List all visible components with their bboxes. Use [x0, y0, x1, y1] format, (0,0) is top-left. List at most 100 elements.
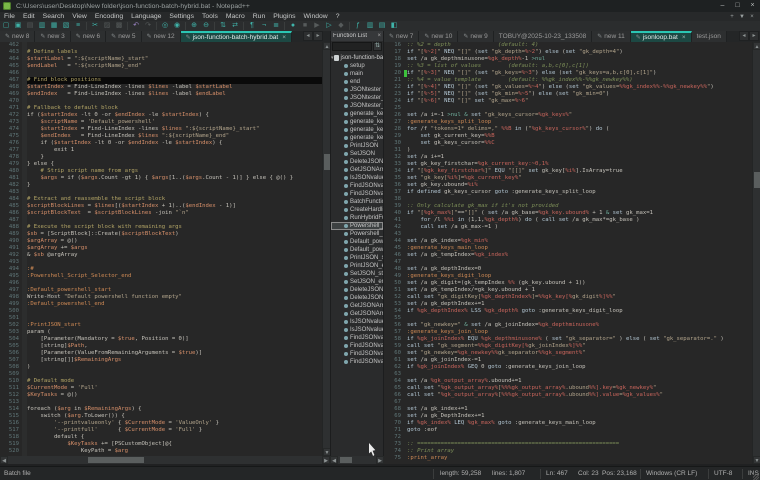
word-wrap-icon[interactable]: ¶: [246, 21, 258, 31]
tab-new-10[interactable]: ✎ new 10: [419, 31, 459, 42]
macro-save-icon[interactable]: ◆: [335, 21, 347, 31]
menu-edit[interactable]: Edit: [19, 12, 39, 21]
function-list-item[interactable]: DeleteJSON_end: [331, 294, 383, 302]
menu-[interactable]: ?: [332, 12, 344, 21]
menu-encoding[interactable]: Encoding: [91, 12, 127, 21]
function-list-item[interactable]: end: [331, 78, 383, 86]
scroll-down-icon[interactable]: ▼: [323, 448, 330, 456]
function-list-item[interactable]: JSONtester_loop: [331, 102, 383, 110]
redo-icon[interactable]: ↷: [142, 21, 154, 31]
function-list-item[interactable]: FindJSONvalue: [331, 182, 383, 190]
function-list-item[interactable]: IsJSONvalue: [331, 174, 383, 182]
zoom-in-icon[interactable]: ⊕: [188, 21, 200, 31]
new-file-icon[interactable]: ▢: [0, 21, 12, 31]
sort-icon[interactable]: ⇅: [373, 42, 382, 51]
print-icon[interactable]: ≡: [72, 21, 84, 31]
tab-list-icon[interactable]: ▼: [737, 14, 747, 20]
code-area[interactable]: :: %2 = depth (default: 4) if "[%~2]" NEQ…: [407, 42, 752, 462]
function-list-item[interactable]: JSONtester: [331, 86, 383, 94]
function-list-item[interactable]: generate_keys_join_loop: [331, 134, 383, 142]
tab-new-9[interactable]: ✎ new 9: [458, 31, 494, 42]
tab-new-7[interactable]: ✎ new 7: [384, 31, 420, 42]
function-list-item[interactable]: DeleteJSON: [331, 158, 383, 166]
scroll-up-icon[interactable]: ▲: [753, 42, 760, 50]
function-list-item[interactable]: Powershell_Script_Selector_end: [331, 230, 383, 238]
right-editor-pane[interactable]: 16 17 18 19 20 21 22 23 24 25 26 27 28 29 30 31 32 33 34 35…: [384, 42, 760, 464]
function-list-panel-icon[interactable]: ƒ: [352, 21, 364, 31]
scroll-left-icon[interactable]: ◀: [0, 456, 8, 464]
undo-icon[interactable]: ↶: [130, 21, 142, 31]
function-list-item[interactable]: DeleteJSON_start: [331, 286, 383, 294]
function-list-item[interactable]: FindJSONvariable: [331, 190, 383, 198]
close-icon[interactable]: ×: [377, 33, 381, 39]
menu-window[interactable]: Window: [300, 12, 332, 21]
function-list-item[interactable]: PrintJSON_start: [331, 254, 383, 262]
code-area[interactable]: # Define labels $startLabel = ":${scriptN…: [27, 42, 322, 455]
document-map-icon[interactable]: ▥: [364, 21, 376, 31]
open-folder-icon[interactable]: ▣: [12, 21, 24, 31]
function-list-item[interactable]: setup: [331, 62, 383, 70]
document-list-icon[interactable]: ▤: [376, 21, 388, 31]
tab-json-function-batch-hybrid.bat[interactable]: ✎ json-function-batch-hybrid.bat ×: [180, 31, 293, 42]
resize-grip[interactable]: [753, 474, 759, 480]
tab-test.json[interactable]: test.json: [691, 31, 727, 42]
scroll-down-icon[interactable]: ▼: [753, 456, 760, 464]
macro-record-icon[interactable]: ●: [287, 21, 299, 31]
vertical-scrollbar[interactable]: ▲ ▼: [752, 42, 760, 464]
function-list-item[interactable]: Default_powershell_start: [331, 238, 383, 246]
scroll-left-icon[interactable]: ◀: [330, 456, 338, 464]
minimize-button[interactable]: –: [715, 0, 730, 12]
close-all-icon[interactable]: ▧: [60, 21, 72, 31]
replace-icon[interactable]: ◉: [171, 21, 183, 31]
scrollbar-thumb[interactable]: [340, 457, 352, 463]
function-list-item[interactable]: SetJSON_start: [331, 270, 383, 278]
function-list-item[interactable]: GetJSONArray: [331, 166, 383, 174]
tab-new-5[interactable]: ✎ new 5: [106, 31, 142, 42]
scrollbar-thumb[interactable]: [88, 457, 144, 463]
scrollbar-thumb[interactable]: [754, 172, 760, 188]
tab-new-3[interactable]: ✎ new 3: [35, 31, 71, 42]
function-list-item[interactable]: FindJSONvariable_end: [331, 358, 383, 366]
function-list-item[interactable]: FindJSONvalue_end: [331, 342, 383, 350]
save-all-icon[interactable]: ▥: [36, 21, 48, 31]
menu-file[interactable]: File: [0, 12, 19, 21]
function-list-item[interactable]: SetJSON_end: [331, 278, 383, 286]
tab-scroll-right-icon[interactable]: ▸: [749, 31, 759, 41]
function-list-item[interactable]: GetJSONArray_start: [331, 302, 383, 310]
tab-close-icon[interactable]: ×: [282, 34, 286, 41]
function-list-item[interactable]: FindJSONvariable_start: [331, 350, 383, 358]
menu-language[interactable]: Language: [127, 12, 165, 21]
tab-scroll-right-icon[interactable]: ▸: [313, 31, 323, 41]
tab-new-12[interactable]: ✎ new 12: [141, 31, 181, 42]
folder-as-workspace-icon[interactable]: ◧: [388, 21, 400, 31]
cut-icon[interactable]: ✂: [89, 21, 101, 31]
menu-view[interactable]: View: [68, 12, 91, 21]
function-list-item[interactable]: PrintJSON_end: [331, 262, 383, 270]
tab-jsonloop.bat[interactable]: ✎ jsonloop.bat ×: [630, 31, 692, 42]
function-list-item[interactable]: BatchFunction: [331, 198, 383, 206]
scroll-right-icon[interactable]: ▶: [322, 456, 330, 464]
function-list-item[interactable]: PrintJSON: [331, 142, 383, 150]
tab-scroll-left-icon[interactable]: ◂: [739, 31, 749, 41]
copy-icon[interactable]: ▨: [101, 21, 113, 31]
function-list-item[interactable]: GetJSONArray_end: [331, 310, 383, 318]
save-icon[interactable]: ▤: [24, 21, 36, 31]
menu-run[interactable]: Run: [249, 12, 269, 21]
function-list-item[interactable]: JSONtester_skip: [331, 94, 383, 102]
tab-scroll-left-icon[interactable]: ◂: [303, 31, 313, 41]
function-list-root[interactable]: ▾json-function-batch-hybrid.bat: [331, 53, 383, 62]
paste-icon[interactable]: ▩: [113, 21, 125, 31]
tab-close-icon[interactable]: ×: [682, 34, 686, 41]
close-button[interactable]: ×: [745, 0, 760, 12]
menu-plugins[interactable]: Plugins: [269, 12, 299, 21]
tab-new-6[interactable]: ✎ new 6: [70, 31, 107, 42]
function-list-item[interactable]: CreateHardlink: [331, 206, 383, 214]
left-horizontal-scrollbar[interactable]: ◀ ▶: [0, 456, 330, 464]
sync-vertical-scroll-icon[interactable]: ⇅: [217, 21, 229, 31]
function-list-item[interactable]: FindJSONvalue_start: [331, 334, 383, 342]
macro-play-icon[interactable]: ▶: [311, 21, 323, 31]
new-tab-icon[interactable]: +: [727, 14, 737, 20]
zoom-out-icon[interactable]: ⊖: [200, 21, 212, 31]
function-list-item[interactable]: Default_powershell_end: [331, 246, 383, 254]
menu-search[interactable]: Search: [39, 12, 69, 21]
